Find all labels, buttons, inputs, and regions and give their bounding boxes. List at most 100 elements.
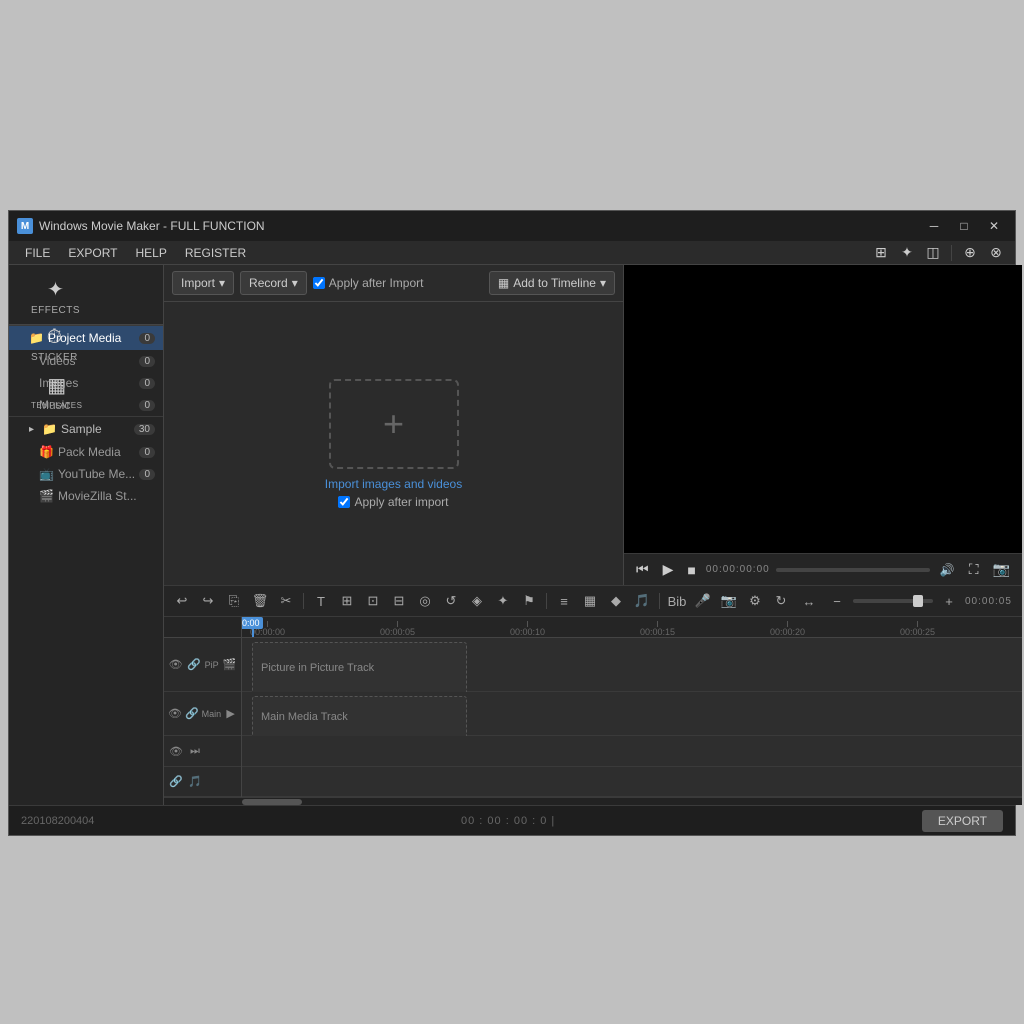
- apply-import-checkbox[interactable]: [338, 496, 350, 508]
- status-code: 220108200404: [21, 815, 94, 827]
- time-label-5: 00:00:25: [900, 627, 935, 637]
- timeline-section: ↩ ↪ ⎘ 🗑 ✂ T ⊞ ⊡ ⊟ ◎ ↺ ◈ ✦ ⚑ ≡: [164, 585, 1022, 805]
- fullscreen-button[interactable]: ⛶: [965, 559, 983, 580]
- zoom-out-button[interactable]: −: [825, 590, 849, 612]
- audio-tl-button[interactable]: 🎵: [630, 590, 654, 612]
- audio2-music-button[interactable]: 🎵: [187, 773, 203, 789]
- menu-icon-4[interactable]: ⊕: [959, 243, 981, 263]
- list-button[interactable]: ≡: [552, 590, 576, 612]
- ripple-button[interactable]: Bib: [665, 590, 689, 612]
- zoom-in-button[interactable]: +: [937, 590, 961, 612]
- keyframe-button[interactable]: ◆: [604, 590, 628, 612]
- main-clip-label: Main Media Track: [261, 711, 348, 723]
- refresh-button[interactable]: ↻: [769, 590, 793, 612]
- camera-tl-button[interactable]: 📷: [717, 590, 741, 612]
- apply-after-import-checkbox[interactable]: Apply after Import: [313, 276, 424, 290]
- play-to-start-button[interactable]: ⏮: [632, 559, 653, 580]
- app-window: M Windows Movie Maker - FULL FUNCTION ─ …: [8, 210, 1016, 836]
- media-import-area: + Import images and videos Apply after i…: [164, 302, 623, 585]
- timecode-display: 00:00:00:00: [706, 564, 770, 575]
- reverse-button[interactable]: ↺: [439, 590, 463, 612]
- time-label-1: 00:00:05: [380, 627, 415, 637]
- audio2-track: [242, 767, 1022, 797]
- pip-link-button[interactable]: 🔗: [186, 657, 201, 673]
- redo-button[interactable]: ↪: [196, 590, 220, 612]
- audio1-skip-button[interactable]: ⏭: [187, 743, 203, 759]
- grid-icon: ▦: [498, 276, 509, 290]
- timeline-tools: ↩ ↪ ⎘ 🗑 ✂ T ⊞ ⊡ ⊟ ◎ ↺ ◈ ✦ ⚑ ≡: [164, 585, 1022, 617]
- moviezilla-label: MovieZilla St...: [58, 489, 137, 503]
- split-button[interactable]: ✂: [274, 590, 298, 612]
- ruler-mark-1: 00:00:05: [380, 621, 415, 637]
- record-button[interactable]: Record ▾: [240, 271, 307, 295]
- audio1-visibility-button[interactable]: 👁: [168, 743, 184, 759]
- chart-button[interactable]: ▦: [578, 590, 602, 612]
- copy-button[interactable]: ⎘: [222, 590, 246, 612]
- add-to-timeline-button[interactable]: ▦ Add to Timeline ▾: [489, 271, 615, 295]
- main-clip[interactable]: Main Media Track: [252, 696, 467, 738]
- window-title: Windows Movie Maker - FULL FUNCTION: [39, 219, 265, 233]
- play-button[interactable]: ▶: [659, 559, 678, 580]
- timeline-content: 00:00 00:00:00 00:00:05: [242, 617, 1022, 797]
- minimize-button[interactable]: ─: [921, 217, 947, 235]
- sidebar-moviezilla[interactable]: 🎬 MovieZilla St...: [9, 485, 163, 507]
- pip-clip-label: Picture in Picture Track: [261, 662, 374, 674]
- menu-icon-1[interactable]: ⊞: [870, 243, 892, 263]
- main-link-button[interactable]: 🔗: [185, 706, 199, 722]
- sidebar-pack-media[interactable]: 🎁 Pack Media 0: [9, 441, 163, 463]
- ruler-mark-3: 00:00:15: [640, 621, 675, 637]
- preview-progress-bar[interactable]: [776, 568, 930, 572]
- ruler-mark-4: 00:00:20: [770, 621, 805, 637]
- undo-button[interactable]: ↩: [170, 590, 194, 612]
- stop-button[interactable]: ■: [683, 560, 699, 580]
- zoom-slider[interactable]: [853, 599, 933, 603]
- menu-icon-2[interactable]: ✦: [896, 243, 918, 263]
- tool-effects[interactable]: ✦ EFFECTS: [21, 273, 90, 320]
- tool-transitions[interactable]: ⊡ TRANSITIONS: [71, 265, 150, 271]
- crop-button[interactable]: ⊞: [335, 590, 359, 612]
- fit-button[interactable]: ↔: [797, 590, 821, 612]
- sticker-tl-button[interactable]: ✦: [491, 590, 515, 612]
- volume-button[interactable]: 🔊: [936, 561, 959, 579]
- apply-checkbox-input[interactable]: [313, 277, 325, 289]
- delete-button[interactable]: 🗑: [248, 590, 272, 612]
- menu-help[interactable]: HELP: [127, 244, 174, 262]
- menu-export[interactable]: EXPORT: [60, 244, 125, 262]
- import-drop-zone[interactable]: +: [329, 379, 459, 469]
- color-button[interactable]: ◈: [465, 590, 489, 612]
- export-button[interactable]: EXPORT: [922, 810, 1003, 832]
- timeline-area: 👁 🔗 PiP 🎬 👁 🔗 Main ▶: [164, 617, 1022, 797]
- preview-controls: ⏮ ▶ ■ 00:00:00:00 🔊 ⛶ 📷: [624, 553, 1022, 585]
- pip-visibility-button[interactable]: 👁: [168, 657, 183, 673]
- main-visibility-button[interactable]: 👁: [168, 706, 182, 722]
- add-timeline-label: Add to Timeline: [513, 276, 596, 290]
- multitrack-button[interactable]: ⊟: [387, 590, 411, 612]
- main-video-button[interactable]: ▶: [224, 706, 237, 722]
- audio2-link-button[interactable]: 🔗: [168, 773, 184, 789]
- screenshot-button[interactable]: 📷: [989, 559, 1014, 580]
- text-tool-button[interactable]: T: [309, 590, 333, 612]
- sidebar-sample-header[interactable]: ▸ 📁 Sample 30: [9, 417, 163, 441]
- timeline-scrollbar[interactable]: [164, 797, 1022, 805]
- playhead[interactable]: 00:00: [252, 617, 254, 637]
- ruler-spacer: [164, 617, 241, 638]
- speed-button[interactable]: ◎: [413, 590, 437, 612]
- settings-tl-button[interactable]: ⚙: [743, 590, 767, 612]
- menu-icon-3[interactable]: ◫: [922, 243, 944, 263]
- maximize-button[interactable]: □: [951, 217, 977, 235]
- menu-file[interactable]: FILE: [17, 244, 58, 262]
- import-button[interactable]: Import ▾: [172, 271, 234, 295]
- mic-button[interactable]: 🎤: [691, 590, 715, 612]
- zoom-timecode: 00:00:05: [965, 596, 1012, 607]
- preview-video: [624, 265, 1022, 553]
- tool-text[interactable]: T TEXT: [21, 265, 69, 271]
- sidebar-youtube-media[interactable]: 📺 YouTube Me... 0: [9, 463, 163, 485]
- detach-button[interactable]: ⊡: [361, 590, 385, 612]
- close-button[interactable]: ✕: [981, 217, 1007, 235]
- menu-icon-5[interactable]: ⊗: [985, 243, 1007, 263]
- marker-button[interactable]: ⚑: [517, 590, 541, 612]
- scrollbar-thumb[interactable]: [242, 799, 302, 805]
- pip-add-button[interactable]: 🎬: [222, 657, 237, 673]
- pip-clip[interactable]: Picture in Picture Track: [252, 642, 467, 694]
- menu-register[interactable]: REGISTER: [177, 244, 254, 262]
